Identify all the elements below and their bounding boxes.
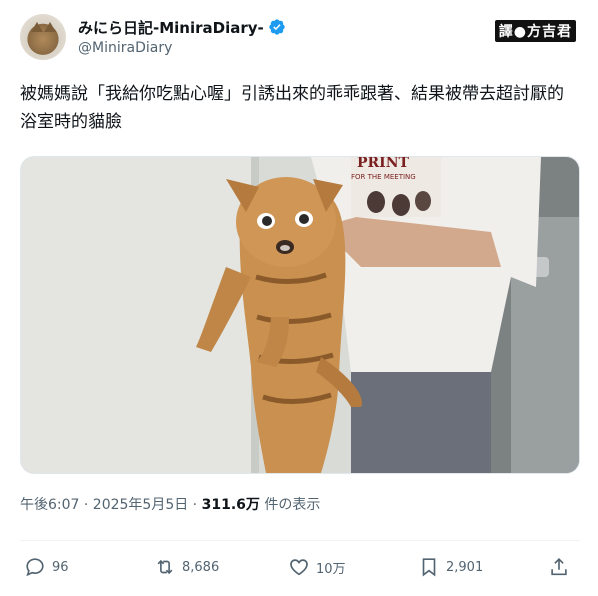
bookmark-count: 2,901 [446, 559, 484, 575]
divider [20, 540, 580, 541]
tweet-text: 被媽媽說「我給你吃點心喔」引誘出來的乖乖跟著、結果被帶去超討厭的浴室時的貓臉 [20, 84, 564, 132]
repost-icon [157, 559, 173, 575]
avatar-ear [31, 22, 43, 32]
avatar[interactable] [20, 14, 66, 60]
like-count: 10万 [316, 561, 346, 577]
like-button[interactable]: 10万 [288, 552, 346, 582]
shirt-print-text: FOR THE MEETING [351, 173, 416, 181]
name-row: みにら日記-MiniraDiary- [78, 16, 286, 38]
photo-illustration: PRINT FOR THE MEETING [21, 157, 579, 473]
reply-button[interactable]: 96 [24, 552, 69, 582]
avatar-ear [44, 22, 56, 32]
verified-badge-icon [269, 19, 285, 35]
svg-text:PRINT: PRINT [357, 157, 410, 171]
watermark-logo: 譯●方吉君 [494, 20, 576, 42]
tweet-photo[interactable]: PRINT FOR THE MEETING [20, 156, 580, 474]
display-name[interactable]: みにら日記-MiniraDiary- [78, 17, 264, 38]
like-icon [290, 559, 308, 576]
repost-count: 8,686 [182, 559, 220, 575]
bookmark-button[interactable]: 2,901 [418, 552, 483, 582]
reply-icon [26, 558, 44, 577]
view-count-label: 件の表示 [264, 497, 321, 513]
handle[interactable]: @MiniraDiary [78, 40, 172, 56]
tweet-meta: 午後6:07 · 2025年5月5日 · 311.6万 件の表示 [20, 494, 320, 514]
share-icon [551, 558, 567, 576]
bookmark-icon [422, 558, 436, 577]
view-count: 311.6万 [201, 497, 260, 513]
repost-button[interactable]: 8,686 [154, 552, 219, 582]
reply-count: 96 [52, 559, 69, 575]
action-bar: 96 8,686 10万 2,901 [20, 552, 580, 582]
timestamp[interactable]: 午後6:07 · 2025年5月5日 · [20, 497, 197, 513]
share-button[interactable] [548, 552, 570, 582]
